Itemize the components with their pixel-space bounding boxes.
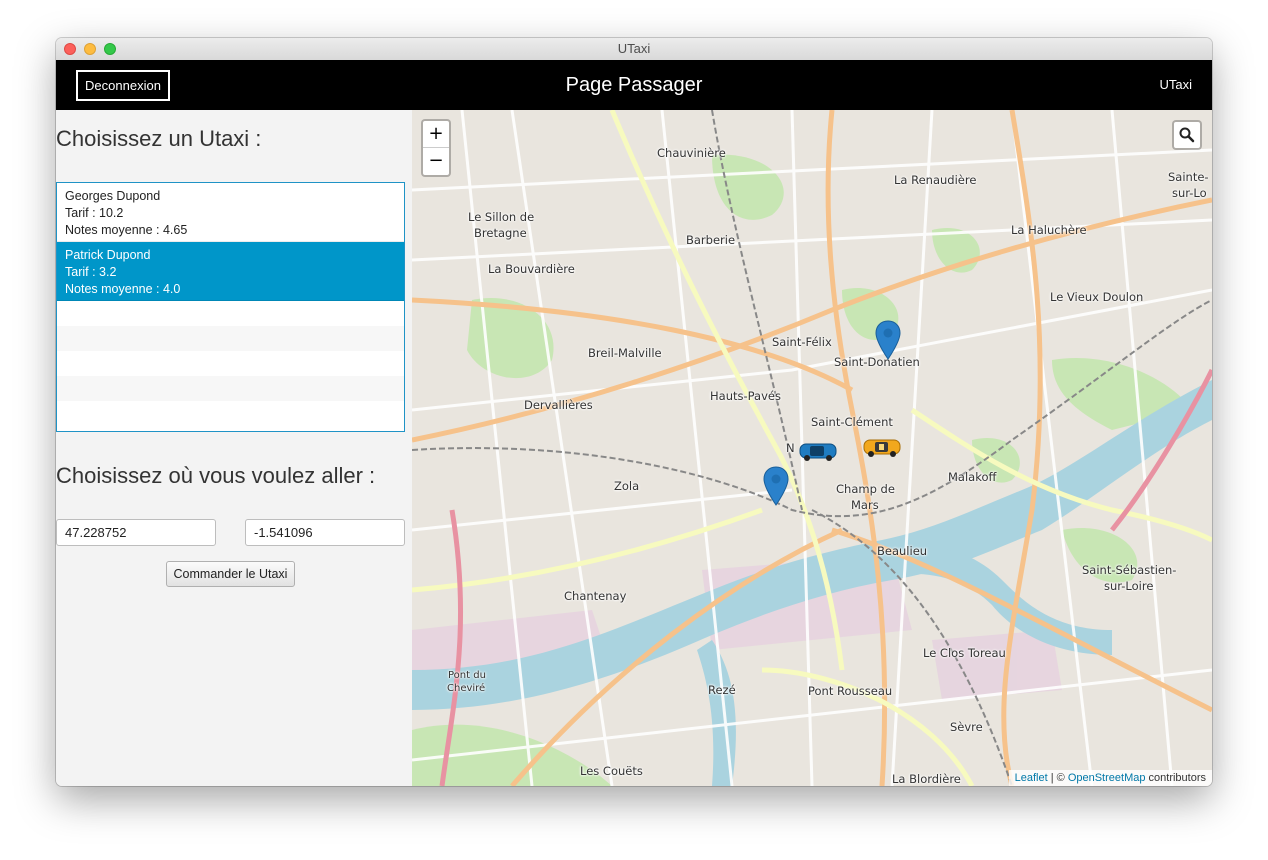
zoom-in-button[interactable]: + bbox=[423, 121, 449, 148]
driver-item-selected[interactable]: Patrick Dupond Tarif : 3.2 Notes moyenne… bbox=[57, 242, 404, 301]
place-label: Pont du bbox=[448, 670, 486, 681]
place-label: Breil-Malville bbox=[588, 346, 662, 360]
map-marker-icon[interactable] bbox=[763, 466, 789, 506]
place-label: Sainte- bbox=[1168, 170, 1209, 184]
app-header: Deconnexion Page Passager UTaxi bbox=[56, 60, 1212, 110]
title-bar: UTaxi bbox=[56, 38, 1212, 61]
place-label: Dervallières bbox=[524, 398, 593, 412]
driver-name: Patrick Dupond bbox=[65, 248, 151, 262]
empty-row bbox=[57, 351, 404, 376]
place-label: Le Sillon de bbox=[468, 210, 535, 224]
place-label: Barberie bbox=[686, 233, 736, 247]
empty-row bbox=[57, 401, 404, 426]
place-label: Chauvinière bbox=[657, 146, 726, 160]
longitude-input[interactable] bbox=[245, 519, 405, 546]
place-label: Mars bbox=[851, 498, 879, 512]
empty-row bbox=[57, 326, 404, 351]
empty-row bbox=[57, 376, 404, 401]
map-search-button[interactable] bbox=[1172, 120, 1202, 150]
map-attribution: Leaflet | © OpenStreetMap contributors bbox=[1008, 770, 1212, 786]
brand-label: UTaxi bbox=[1159, 77, 1192, 92]
place-label: Pont Rousseau bbox=[808, 684, 893, 698]
driver-item[interactable]: Georges Dupond Tarif : 10.2 Notes moyenn… bbox=[57, 183, 404, 242]
attribution-separator: | © bbox=[1047, 772, 1068, 784]
latitude-input[interactable] bbox=[56, 519, 216, 546]
place-label: Saint-Clément bbox=[811, 415, 893, 429]
place-label: sur-Loire bbox=[1104, 579, 1154, 593]
place-label: Saint-Sébastien- bbox=[1082, 563, 1177, 577]
place-label: Chantenay bbox=[564, 589, 627, 603]
place-label: sur-Lo bbox=[1172, 186, 1207, 200]
place-label: Le Clos Toreau bbox=[923, 646, 1006, 660]
page-title: Page Passager bbox=[565, 74, 703, 96]
place-label: N bbox=[786, 441, 795, 455]
place-label: Saint-Félix bbox=[772, 335, 832, 349]
leaflet-link[interactable]: Leaflet bbox=[1015, 772, 1048, 784]
empty-row bbox=[57, 301, 404, 326]
window-title: UTaxi bbox=[617, 41, 651, 56]
order-taxi-button[interactable]: Commander le Utaxi bbox=[166, 561, 295, 587]
openstreetmap-link[interactable]: OpenStreetMap bbox=[1068, 772, 1146, 784]
driver-tarif: Tarif : 3.2 bbox=[65, 265, 117, 279]
place-label: Champ de bbox=[836, 482, 895, 496]
place-label: La Blordière bbox=[892, 772, 961, 786]
driver-tarif: Tarif : 10.2 bbox=[65, 206, 124, 220]
place-label: Les Couëts bbox=[580, 764, 643, 778]
driver-rating: Notes moyenne : 4.0 bbox=[65, 282, 181, 296]
place-label: Bretagne bbox=[474, 226, 527, 240]
drivers-list[interactable]: Georges Dupond Tarif : 10.2 Notes moyenn… bbox=[56, 182, 405, 432]
map-marker-icon[interactable] bbox=[875, 320, 901, 360]
zoom-out-button[interactable]: − bbox=[423, 148, 449, 174]
place-label: Rezé bbox=[708, 683, 736, 697]
place-label: La Haluchère bbox=[1011, 223, 1087, 237]
place-label: Le Vieux Doulon bbox=[1050, 290, 1144, 304]
place-label: La Bouvardière bbox=[488, 262, 575, 276]
place-label: Cheviré bbox=[447, 683, 486, 694]
drivers-heading: Choisissez un Utaxi : bbox=[56, 126, 262, 151]
destination-heading: Choisissez où vous voulez aller : bbox=[56, 463, 376, 488]
blue-taxi-icon[interactable] bbox=[798, 440, 838, 462]
place-label: La Renaudière bbox=[894, 173, 977, 187]
place-label: Hauts-Pavés bbox=[710, 389, 781, 403]
search-icon bbox=[1179, 127, 1195, 143]
app-window: UTaxi Deconnexion Page Passager UTaxi Ch… bbox=[56, 38, 1212, 786]
map-view[interactable]: Chauvinière La Renaudière Le Sillon de B… bbox=[412, 110, 1212, 786]
place-label: Malakoff bbox=[948, 470, 997, 484]
attribution-suffix: contributors bbox=[1145, 772, 1206, 784]
place-label: Beaulieu bbox=[877, 544, 928, 558]
yellow-taxi-icon[interactable] bbox=[862, 436, 902, 458]
left-panel: Choisissez un Utaxi : Georges Dupond Tar… bbox=[56, 110, 412, 786]
zoom-control: + − bbox=[421, 119, 451, 177]
driver-name: Georges Dupond bbox=[65, 189, 161, 203]
place-label: Sèvre bbox=[950, 720, 983, 734]
place-label: Zola bbox=[614, 479, 640, 493]
driver-rating: Notes moyenne : 4.65 bbox=[65, 223, 188, 237]
